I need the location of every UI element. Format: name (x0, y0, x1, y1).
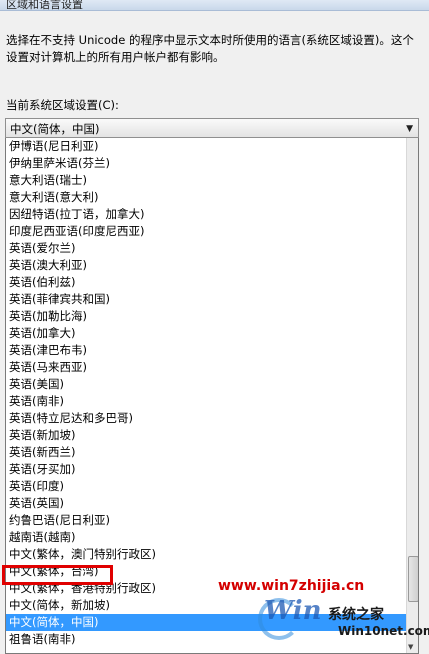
list-item[interactable]: 英语(特立尼达和多巴哥) (6, 410, 406, 427)
list-item[interactable]: 伊博语(尼日利亚) (6, 138, 406, 155)
scroll-down-icon[interactable]: ▼ (408, 643, 413, 651)
list-item[interactable]: 印度尼西亚语(印度尼西亚) (6, 223, 406, 240)
list-item[interactable]: 英语(加勒比海) (6, 308, 406, 325)
list-item[interactable]: 意大利语(瑞士) (6, 172, 406, 189)
watermark-site2: Win10net.com (338, 624, 429, 638)
list-item[interactable]: 中文(繁体，澳门特别行政区) (6, 546, 406, 563)
list-item[interactable]: 英语(印度) (6, 478, 406, 495)
list-item[interactable]: 英语(爱尔兰) (6, 240, 406, 257)
window-title: 区域和语言设置 (6, 0, 83, 11)
list-item[interactable]: 英语(新西兰) (6, 444, 406, 461)
list-item[interactable]: 英语(加拿大) (6, 325, 406, 342)
description-text: 选择在不支持 Unicode 的程序中显示文本时所使用的语言(系统区域设置)。这… (6, 33, 414, 64)
list-item[interactable]: 英语(美国) (6, 376, 406, 393)
watermark-brand: 系统之家 (328, 607, 384, 623)
chevron-down-icon[interactable]: ▼ (406, 124, 413, 134)
watermark-site-text: www.win7zhijia.cn (218, 578, 365, 594)
list-item[interactable]: 英语(伯利兹) (6, 274, 406, 291)
list-item[interactable]: 伊纳里萨米语(芬兰) (6, 155, 406, 172)
system-locale-dropdown[interactable]: 中文(简体，中国) ▼ (5, 118, 419, 138)
list-item[interactable]: 意大利语(意大利) (6, 189, 406, 206)
list-item[interactable]: 英语(新加坡) (6, 427, 406, 444)
annotation-highlight-box (2, 565, 113, 585)
window-titlebar: 区域和语言设置 (0, 0, 429, 11)
list-item[interactable]: 因纽特语(拉丁语，加拿大) (6, 206, 406, 223)
list-scrollbar[interactable]: ▼ (406, 138, 418, 653)
locale-label: 当前系统区域设置(C): (6, 98, 119, 112)
list-item[interactable]: 约鲁巴语(尼日利亚) (6, 512, 406, 529)
list-item[interactable]: 英语(牙买加) (6, 461, 406, 478)
list-item[interactable]: 英语(菲律宾共和国) (6, 291, 406, 308)
dropdown-selected-value: 中文(简体，中国) (10, 122, 100, 136)
list-item[interactable]: 英语(马来西亚) (6, 359, 406, 376)
list-item[interactable]: 越南语(越南) (6, 529, 406, 546)
list-item[interactable]: 英语(英国) (6, 495, 406, 512)
list-item[interactable]: 英语(津巴布韦) (6, 342, 406, 359)
scrollbar-thumb[interactable] (408, 556, 418, 602)
list-item[interactable]: 英语(澳大利亚) (6, 257, 406, 274)
watermark-logo: Win (264, 596, 322, 626)
list-item[interactable]: 英语(南非) (6, 393, 406, 410)
